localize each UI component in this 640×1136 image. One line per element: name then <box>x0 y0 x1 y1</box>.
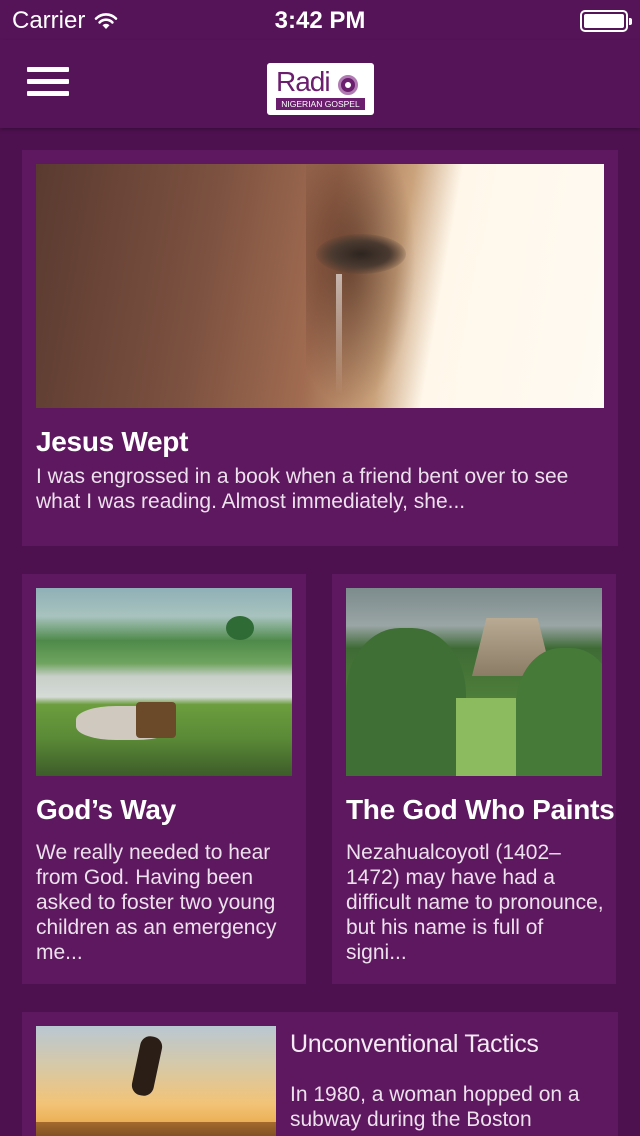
article-image <box>36 1026 276 1136</box>
logo-subtext: NIGERIAN GOSPEL <box>276 98 365 110</box>
article-title: God’s Way <box>36 794 176 825</box>
hamburger-icon[interactable] <box>27 67 69 99</box>
article-image <box>36 164 604 408</box>
battery-icon <box>580 10 632 32</box>
article-title: Unconventional Tactics <box>290 1030 539 1058</box>
article-title: The God Who Paints <box>346 794 615 825</box>
article-image <box>346 588 602 776</box>
article-image <box>36 588 292 776</box>
article-card[interactable]: The God Who Paints Nezahualcoyotl (1402–… <box>332 574 616 984</box>
logo-text: Radi <box>276 66 331 97</box>
article-card[interactable]: God’s Way We really needed to hear from … <box>22 574 306 984</box>
nav-bar: Radi NIGERIAN GOSPEL <box>0 40 640 128</box>
article-excerpt: In 1980, a woman hopped on a subway duri… <box>290 1083 580 1131</box>
article-title: Jesus Wept <box>36 426 189 457</box>
article-excerpt: I was engrossed in a book when a friend … <box>36 465 569 513</box>
article-card[interactable]: Unconventional Tactics In 1980, a woman … <box>22 1012 618 1136</box>
app-logo[interactable]: Radi NIGERIAN GOSPEL <box>267 63 374 115</box>
status-bar: Carrier 3:42 PM <box>0 0 640 40</box>
article-excerpt: Nezahualcoyotl (1402–1472) may have had … <box>346 841 604 964</box>
article-excerpt: We really needed to hear from God. Havin… <box>36 841 277 964</box>
article-card[interactable]: Jesus Wept I was engrossed in a book whe… <box>22 150 618 546</box>
status-time: 3:42 PM <box>274 7 366 34</box>
logo-disc-icon <box>338 75 358 95</box>
